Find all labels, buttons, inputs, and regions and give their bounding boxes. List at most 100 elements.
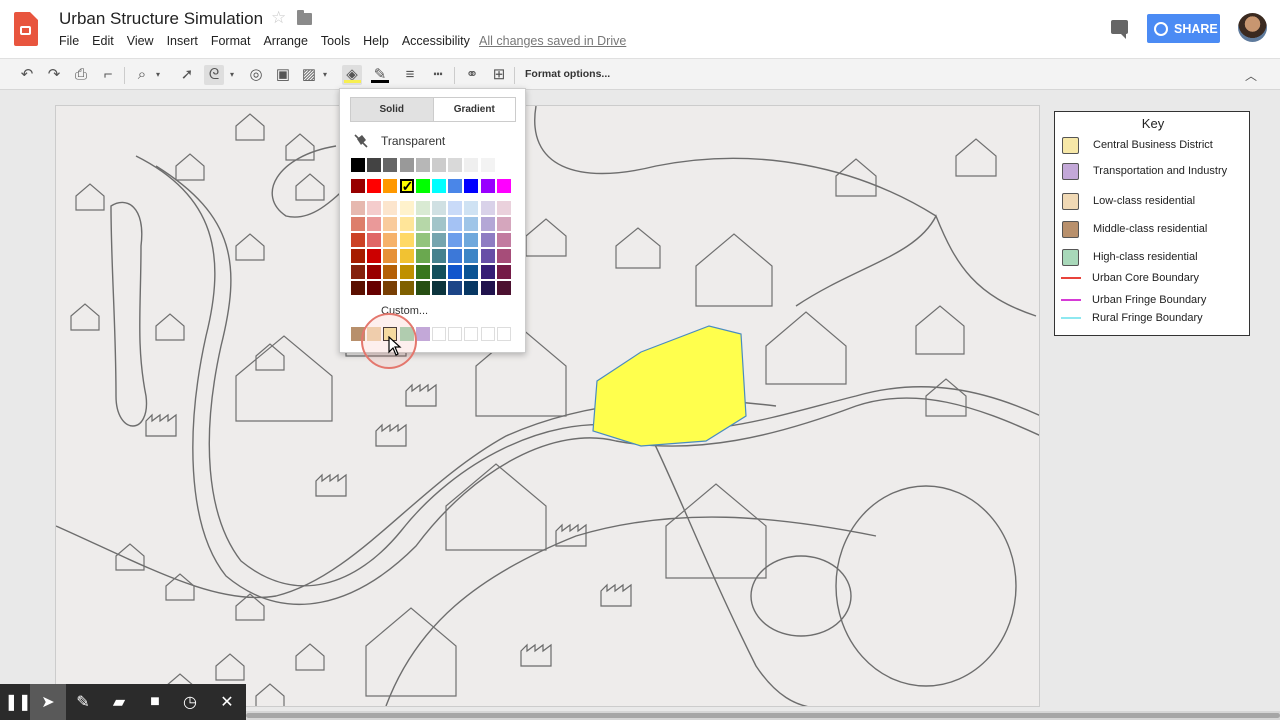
close-icon[interactable]: ✕ — [209, 684, 245, 720]
color-swatch[interactable] — [448, 201, 463, 215]
star-icon[interactable]: ☆ — [271, 8, 286, 28]
menu-help[interactable]: Help — [363, 34, 389, 48]
color-swatch[interactable] — [383, 201, 398, 215]
color-swatch[interactable] — [496, 233, 511, 247]
custom-color-swatch[interactable] — [415, 327, 430, 341]
color-swatch[interactable] — [415, 217, 430, 231]
custom-color-swatch[interactable] — [432, 327, 446, 341]
color-swatch[interactable] — [432, 233, 446, 247]
document-title[interactable]: Urban Structure Simulation — [59, 9, 263, 29]
color-swatch[interactable] — [399, 217, 414, 231]
color-swatch[interactable] — [480, 281, 495, 295]
color-swatch[interactable] — [399, 249, 414, 263]
color-swatch[interactable] — [432, 249, 446, 263]
color-swatch[interactable] — [351, 233, 365, 247]
color-swatch[interactable] — [496, 217, 511, 231]
color-swatch[interactable] — [496, 281, 511, 295]
color-swatch[interactable] — [464, 201, 479, 215]
color-swatch[interactable] — [464, 179, 479, 193]
color-swatch[interactable] — [367, 233, 382, 247]
zoom-dropdown-icon[interactable]: ▾ — [152, 65, 164, 85]
color-swatch[interactable] — [432, 179, 446, 193]
select-icon[interactable]: ➚ — [177, 65, 197, 85]
color-swatch[interactable] — [432, 281, 446, 295]
color-swatch[interactable] — [464, 217, 479, 231]
color-swatch[interactable] — [367, 281, 382, 295]
paint-format-icon[interactable]: ⌐ — [98, 65, 118, 85]
color-swatch[interactable] — [432, 201, 446, 215]
color-swatch[interactable]: ✓ — [399, 178, 414, 194]
link-icon[interactable]: ⚭ — [462, 65, 482, 85]
border-weight-icon[interactable]: ≡ — [400, 65, 420, 85]
custom-color-swatch[interactable] — [464, 327, 479, 341]
color-swatch[interactable] — [399, 265, 414, 279]
color-swatch[interactable] — [367, 158, 382, 172]
transparent-option[interactable]: Transparent — [354, 134, 445, 148]
legend-key[interactable]: Key Central Business District Transporta… — [1054, 111, 1250, 336]
color-swatch[interactable] — [367, 265, 382, 279]
color-swatch[interactable] — [480, 217, 495, 231]
menu-edit[interactable]: Edit — [92, 34, 114, 48]
color-swatch[interactable] — [415, 201, 430, 215]
color-swatch[interactable] — [367, 201, 382, 215]
color-swatch[interactable] — [415, 179, 430, 193]
chevron-up-icon[interactable]: ︿ — [1245, 67, 1257, 84]
shape-icon[interactable]: ◎ — [246, 65, 266, 85]
color-swatch[interactable] — [496, 179, 511, 193]
color-swatch[interactable] — [448, 265, 463, 279]
line-icon[interactable]: ᘓ — [204, 65, 224, 85]
comment-add-icon[interactable]: ⊞ — [489, 65, 509, 85]
color-swatch[interactable] — [480, 265, 495, 279]
menu-insert[interactable]: Insert — [167, 34, 198, 48]
color-swatch[interactable] — [496, 158, 511, 172]
image-icon[interactable]: ▨ — [299, 65, 319, 85]
color-swatch[interactable] — [383, 233, 398, 247]
save-status-link[interactable]: All changes saved in Drive — [479, 34, 626, 48]
color-swatch[interactable] — [383, 158, 398, 172]
text-box-icon[interactable]: ▣ — [273, 65, 293, 85]
comments-icon[interactable] — [1111, 20, 1128, 39]
color-swatch[interactable] — [496, 249, 511, 263]
color-swatch[interactable] — [448, 158, 463, 172]
color-swatch[interactable] — [496, 265, 511, 279]
color-swatch[interactable] — [415, 281, 430, 295]
color-swatch[interactable] — [432, 265, 446, 279]
tab-gradient[interactable]: Gradient — [434, 98, 516, 121]
color-swatch[interactable] — [496, 201, 511, 215]
zoom-icon[interactable]: ⌕ — [132, 65, 152, 85]
timer-icon[interactable]: ◷ — [172, 684, 208, 720]
color-swatch[interactable] — [383, 179, 398, 193]
color-swatch[interactable] — [351, 265, 365, 279]
color-swatch[interactable] — [399, 201, 414, 215]
menu-view[interactable]: View — [127, 34, 154, 48]
color-swatch[interactable] — [383, 217, 398, 231]
color-swatch[interactable] — [399, 281, 414, 295]
color-swatch[interactable] — [464, 249, 479, 263]
color-swatch[interactable] — [351, 179, 365, 193]
menu-arrange[interactable]: Arrange — [263, 34, 307, 48]
share-button[interactable]: SHARE — [1147, 14, 1220, 43]
color-swatch[interactable] — [351, 201, 365, 215]
print-icon[interactable]: ⎙ — [71, 65, 91, 85]
folder-icon[interactable] — [297, 10, 312, 25]
color-swatch[interactable] — [448, 233, 463, 247]
color-swatch[interactable] — [367, 249, 382, 263]
color-swatch[interactable] — [351, 158, 365, 172]
color-swatch[interactable] — [415, 158, 430, 172]
color-swatch[interactable] — [415, 265, 430, 279]
custom-color-swatch[interactable] — [448, 327, 463, 341]
color-swatch[interactable] — [383, 281, 398, 295]
menu-accessibility[interactable]: Accessibility — [402, 34, 470, 48]
color-swatch[interactable] — [415, 249, 430, 263]
avatar[interactable] — [1238, 13, 1267, 42]
color-swatch[interactable] — [464, 265, 479, 279]
menu-file[interactable]: File — [59, 34, 79, 48]
slides-logo-icon[interactable] — [14, 12, 38, 46]
undo-icon[interactable]: ↶ — [17, 65, 37, 85]
custom-color-swatch[interactable] — [496, 327, 511, 341]
border-dash-icon[interactable]: ┅ — [428, 65, 448, 85]
color-swatch[interactable] — [399, 233, 414, 247]
menu-format[interactable]: Format — [211, 34, 251, 48]
color-swatch[interactable] — [367, 217, 382, 231]
format-options-button[interactable]: Format options... — [525, 68, 610, 80]
